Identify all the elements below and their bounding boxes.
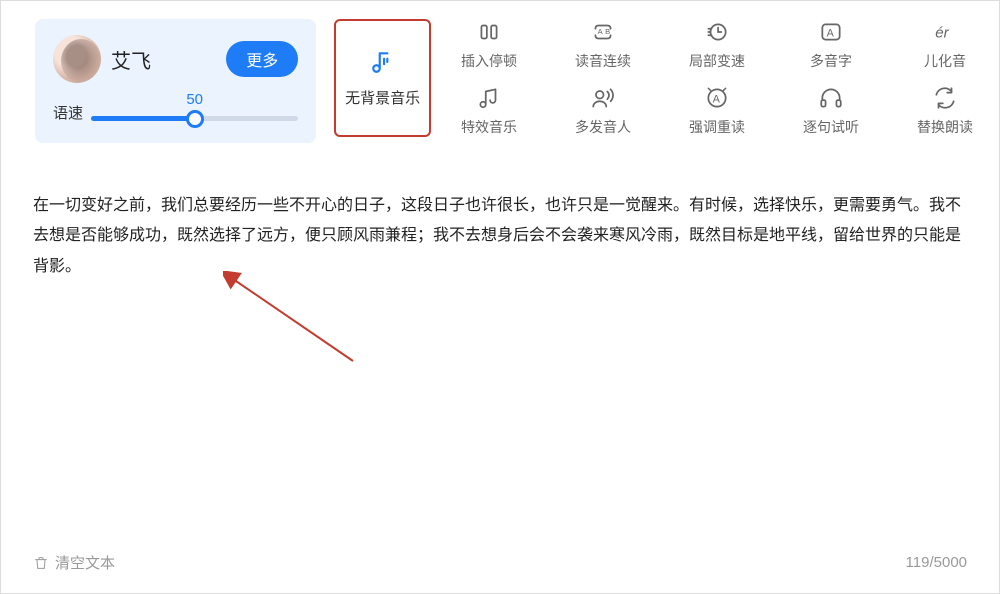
tool-polyphone[interactable]: A 多音字 — [797, 19, 865, 71]
svg-text:B: B — [605, 27, 610, 36]
speed-row: 语速 50 — [53, 99, 298, 127]
svg-text:A: A — [713, 93, 721, 105]
tools-row-2: 特效音乐 多发音人 A 强调重读 逐句试听 — [455, 85, 979, 137]
tool-sentence-preview[interactable]: 逐句试听 — [797, 85, 865, 137]
tool-local-speed[interactable]: 局部变速 — [683, 19, 751, 71]
tool-label: 替换朗读 — [917, 117, 973, 137]
tool-emphasis[interactable]: A 强调重读 — [683, 85, 751, 137]
slider-thumb[interactable] — [186, 110, 204, 128]
char-count: 119/5000 — [906, 554, 967, 571]
bgm-card[interactable]: 无背景音乐 — [334, 19, 431, 137]
speed-label: 语速 — [53, 102, 83, 123]
slider-fill — [91, 116, 195, 121]
voice-name: 艾飞 — [111, 45, 216, 74]
svg-text:A: A — [827, 27, 835, 39]
tool-label: 强调重读 — [689, 117, 745, 137]
tool-label: 儿化音 — [924, 51, 966, 71]
tool-label: 插入停顿 — [461, 51, 517, 71]
annotation-arrow-icon — [223, 271, 363, 367]
footer: 清空文本 119/5000 — [33, 552, 967, 573]
voice-header: 艾飞 更多 — [53, 35, 298, 83]
tool-label: 局部变速 — [689, 51, 745, 71]
tool-label: 多音字 — [810, 51, 852, 71]
clear-label: 清空文本 — [55, 552, 115, 573]
tools-row-1: 插入停顿 AB 读音连续 局部变速 A 多音字 — [455, 19, 979, 71]
tool-label: 特效音乐 — [461, 117, 517, 137]
text-content[interactable]: 在一切变好之前，我们总要经历一些不开心的日子，这段日子也许很长，也许只是一觉醒来… — [33, 191, 967, 282]
erhua-icon: ér — [932, 19, 958, 45]
tool-replace-read[interactable]: 替换朗读 — [911, 85, 979, 137]
music-note-icon — [370, 49, 396, 75]
emphasis-icon: A — [704, 85, 730, 111]
tool-label: 多发音人 — [575, 117, 631, 137]
tool-multi-voice[interactable]: 多发音人 — [569, 85, 637, 137]
speed-slider[interactable]: 50 — [91, 99, 298, 127]
polyphone-icon: A — [818, 19, 844, 45]
tool-label: 读音连续 — [575, 51, 631, 71]
avatar[interactable] — [53, 35, 101, 83]
tool-erhua[interactable]: ér 儿化音 — [911, 19, 979, 71]
voice-card: 艾飞 更多 语速 50 — [35, 19, 316, 143]
link-icon: AB — [590, 19, 616, 45]
svg-text:ér: ér — [935, 24, 949, 41]
tools-grid: 插入停顿 AB 读音连续 局部变速 A 多音字 — [455, 19, 999, 137]
bgm-label: 无背景音乐 — [345, 87, 420, 108]
svg-text:A: A — [598, 27, 604, 36]
more-button[interactable]: 更多 — [226, 41, 298, 77]
headphone-icon — [818, 85, 844, 111]
speed-value: 50 — [186, 91, 203, 108]
pause-icon — [476, 19, 502, 45]
tool-sfx-music[interactable]: 特效音乐 — [455, 85, 523, 137]
tool-insert-pause[interactable]: 插入停顿 — [455, 19, 523, 71]
tool-label: 逐句试听 — [803, 117, 859, 137]
top-bar: 艾飞 更多 语速 50 无背景音乐 插入停顿 — [1, 1, 999, 143]
trash-icon — [33, 555, 49, 571]
tool-continuous-reading[interactable]: AB 读音连续 — [569, 19, 637, 71]
sfx-icon — [476, 85, 502, 111]
multi-voice-icon — [590, 85, 616, 111]
replace-icon — [932, 85, 958, 111]
clear-text-button[interactable]: 清空文本 — [33, 552, 115, 573]
speed-icon — [704, 19, 730, 45]
